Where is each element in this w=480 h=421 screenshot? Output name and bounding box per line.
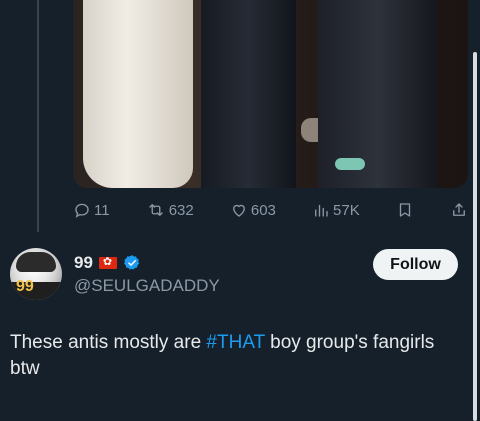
tweet-text-start: These antis mostly are — [10, 332, 207, 353]
display-name[interactable]: 99 — [74, 253, 93, 273]
hong-kong-flag-icon: ✿ — [98, 256, 117, 269]
media-figure-light-pants — [83, 0, 193, 188]
reply-icon — [75, 203, 89, 218]
thread-connector-line — [37, 0, 39, 232]
share-button[interactable] — [450, 201, 468, 219]
retweet-icon — [149, 204, 163, 216]
avatar-hair — [16, 252, 56, 272]
bookmark-button[interactable] — [396, 201, 414, 219]
retweet-count: 632 — [168, 201, 194, 219]
tweet-text: These antis mostly are #THAT boy group's… — [10, 330, 450, 382]
share-icon — [453, 203, 465, 216]
reply-count: 11 — [94, 201, 110, 219]
tweet-media-image[interactable] — [73, 0, 468, 188]
hashtag-link[interactable]: #THAT — [206, 332, 264, 353]
media-shoe-detail — [335, 158, 365, 170]
author-name-row: 99 ✿ — [74, 253, 141, 273]
view-count: 57K — [333, 201, 360, 219]
bookmark-icon — [399, 203, 411, 217]
avatar-jersey-number: 99 — [16, 278, 34, 295]
reply-button[interactable]: 11 — [73, 201, 110, 219]
like-button[interactable]: 603 — [230, 201, 276, 219]
page-scrollbar[interactable] — [473, 52, 477, 421]
follow-button[interactable]: Follow — [373, 249, 458, 280]
user-handle[interactable]: @SEULGADADDY — [74, 276, 220, 296]
views-chart-icon — [315, 204, 328, 217]
heart-icon — [232, 204, 245, 217]
tweet-action-bar: 11 632 603 57K — [73, 198, 468, 222]
retweet-button[interactable]: 632 — [146, 201, 194, 219]
verified-badge-icon — [124, 255, 140, 270]
views-button[interactable]: 57K — [312, 201, 360, 219]
like-count: 603 — [250, 201, 276, 219]
avatar[interactable]: 99 — [10, 248, 62, 300]
media-figure-dark-pants — [201, 0, 296, 188]
